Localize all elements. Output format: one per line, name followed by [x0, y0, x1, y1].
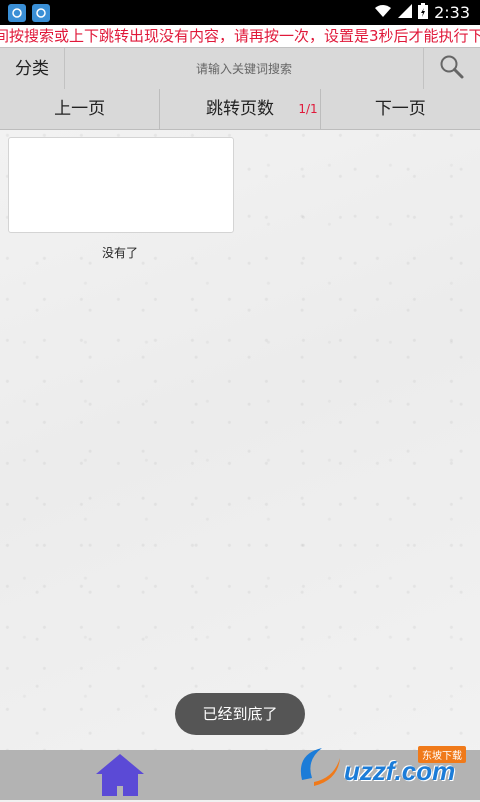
clock: 2:33	[434, 3, 470, 22]
empty-message: 没有了	[101, 246, 138, 260]
jump-page-button[interactable]: 跳转页数 1/1	[159, 89, 319, 129]
search-icon	[439, 54, 465, 84]
watermark-swoosh-icon	[300, 748, 340, 786]
empty-content-card	[8, 137, 234, 233]
toast-message: 已经到底了	[175, 693, 305, 735]
watermark-logo: 东坡下载 uzzf.com	[294, 736, 474, 796]
status-bar: 2:33	[0, 0, 480, 25]
page-count: 1/1	[298, 102, 318, 116]
next-page-button[interactable]: 下一页	[319, 89, 480, 129]
home-button[interactable]	[94, 752, 146, 798]
watermark-text: uzzf.com	[344, 756, 456, 786]
search-header: 分类	[0, 47, 480, 91]
wifi-icon	[374, 3, 392, 22]
signal-icon	[398, 3, 413, 22]
home-icon	[94, 754, 146, 802]
battery-icon	[418, 2, 429, 23]
category-button[interactable]: 分类	[0, 48, 65, 90]
search-button[interactable]	[423, 48, 480, 90]
pager-bar: 上一页 跳转页数 1/1 下一页	[0, 89, 480, 130]
app-notification-icon	[32, 3, 50, 22]
search-input[interactable]	[65, 48, 423, 90]
app-notification-icon	[8, 3, 26, 22]
notice-marquee: 间按搜索或上下跳转出现没有内容，请再按一次，设置是3秒后才能执行下一	[0, 25, 480, 47]
prev-page-button[interactable]: 上一页	[0, 89, 159, 129]
jump-page-label: 跳转页数	[205, 99, 274, 119]
